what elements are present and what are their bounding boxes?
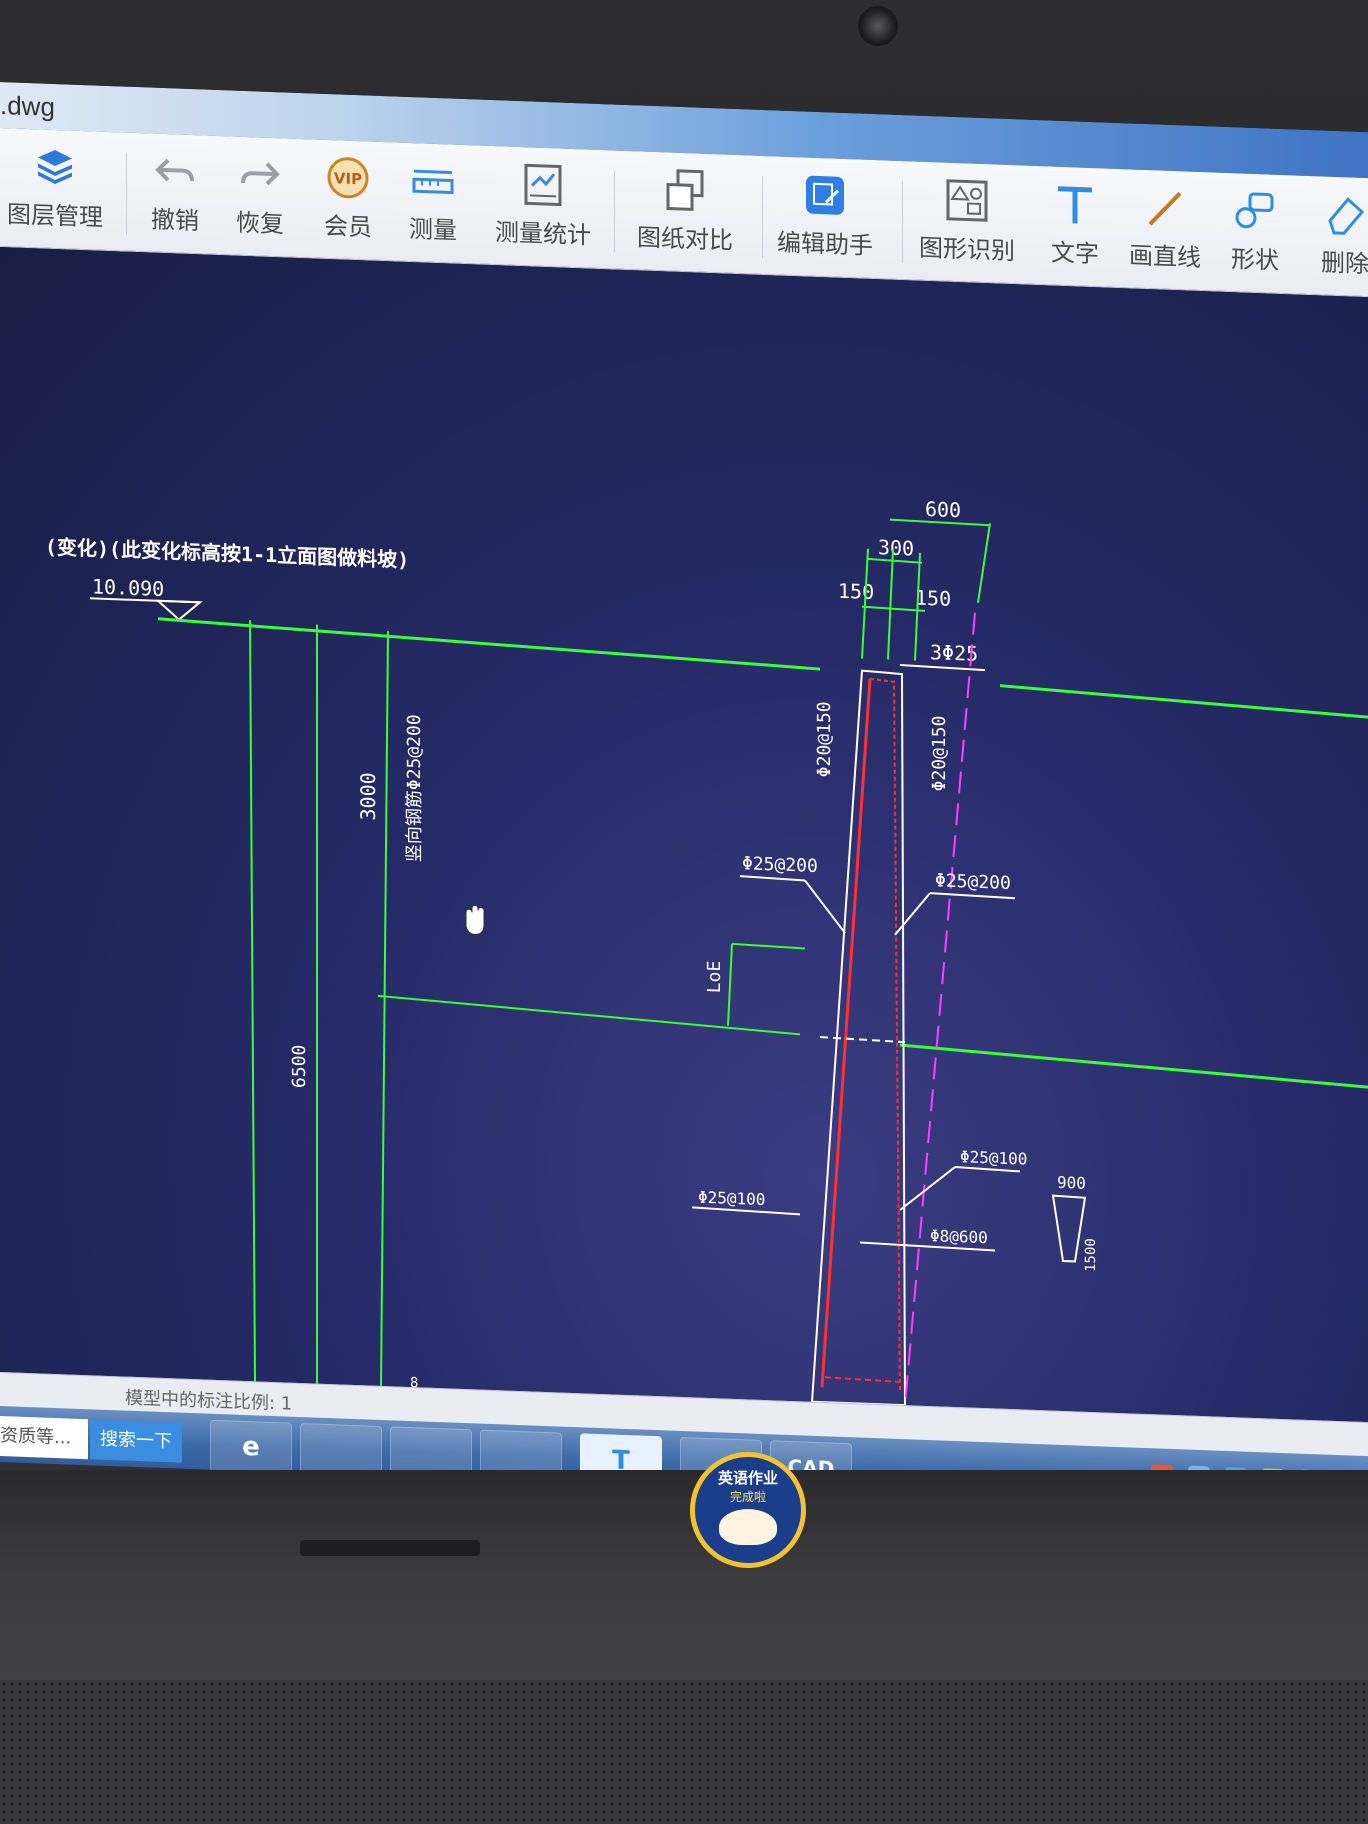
ie-icon[interactable]: e — [210, 1419, 292, 1475]
measure-stats-button[interactable]: 测量统计 — [488, 160, 598, 260]
compare-drawings-button[interactable]: 图纸对比 — [630, 165, 740, 265]
pan-hand-cursor-icon — [465, 904, 485, 935]
rebar-left-mid: Φ25@200 — [742, 853, 818, 877]
dim-150-right: 150 — [915, 586, 951, 611]
rebar-left-upper: Φ20@150 — [814, 701, 835, 778]
dim-150-left: 150 — [838, 579, 874, 604]
line-icon — [1148, 191, 1182, 226]
screen: .dwg 图层管理 撤销 恢复 VIP 会员 测量 测量统计 图纸对比 编辑助手… — [0, 82, 1368, 1513]
loe-vertical — [727, 943, 733, 1026]
taskbar-search-button[interactable]: 搜索一下 — [90, 1419, 182, 1463]
dim-300: 300 — [878, 535, 914, 560]
dim-line-c — [380, 631, 389, 1387]
rebar-left-mid-leader — [739, 875, 806, 882]
sticker-face-icon — [719, 1509, 777, 1545]
svg-text:VIP: VIP — [334, 169, 362, 188]
eraser-icon — [1328, 197, 1365, 235]
sticker-line1: 英语作业 — [717, 1469, 778, 1487]
drawing-canvas[interactable]: (变化)(此变化标高按1-1立面图做料坡) 10.090 3000 竖向钢筋Φ2… — [0, 247, 1368, 1423]
sticker: 英语作业 完成啦 — [690, 1452, 806, 1568]
text-icon — [1058, 186, 1092, 224]
compare-icon — [666, 169, 704, 211]
dim-line-a — [249, 620, 256, 1382]
rebar-left-lower: Φ25@100 — [698, 1188, 765, 1209]
rebar-right-mid-leader — [929, 892, 1016, 900]
measure-icon — [412, 169, 454, 195]
elevation-label: 10.090 — [92, 574, 164, 601]
layer-manager-label: 图层管理 — [7, 200, 103, 232]
measure-button[interactable]: 测量 — [378, 156, 488, 256]
edit-assistant-icon — [806, 175, 844, 215]
shape-recognition-label: 图形识别 — [919, 233, 1015, 266]
mid-level-line — [377, 994, 801, 1036]
shape-icon — [1235, 192, 1274, 229]
header-note: (变化)(此变化标高按1-1立面图做料坡) — [45, 535, 409, 572]
window-title: .dwg — [0, 90, 55, 123]
vip-icon: VIP — [327, 157, 369, 199]
redo-icon — [241, 162, 280, 186]
dim-ext-2 — [887, 549, 894, 660]
elevation-marker — [155, 599, 203, 621]
dim-6500: 6500 — [289, 1044, 310, 1088]
undo-icon — [155, 158, 194, 182]
rebar-left-lower-leader — [691, 1206, 801, 1216]
loe-top — [731, 942, 806, 950]
edit-assistant-button[interactable]: 编辑助手 — [770, 170, 880, 270]
rebar-left-mid-leader-2 — [804, 879, 846, 934]
vertical-rebar-note: 竖向钢筋Φ25@200 — [404, 714, 425, 863]
rebar-top-leader — [899, 664, 986, 672]
layers-icon — [38, 150, 72, 185]
measure-label: 测量 — [409, 214, 457, 245]
rebar-left-red — [820, 678, 872, 1388]
toolbar-divider — [902, 181, 903, 264]
toolbar-divider — [762, 175, 763, 258]
measure-stats-label: 测量统计 — [495, 218, 591, 250]
delete-button[interactable]: 删除 — [1290, 189, 1368, 289]
shape-recognition-button[interactable]: 图形识别 — [912, 175, 1022, 275]
dim-3000: 3000 — [356, 772, 380, 821]
dim-1500: 1500 — [1083, 1238, 1099, 1272]
webcam-icon — [858, 6, 898, 46]
top-level-line-right — [999, 684, 1368, 719]
layer-manager-button[interactable]: 图层管理 — [0, 142, 110, 242]
footing-taper — [1051, 1194, 1087, 1263]
loe-label: LoE — [704, 960, 725, 993]
section-break — [819, 1036, 906, 1044]
dim-600: 600 — [925, 497, 961, 522]
measure-stats-icon — [524, 163, 562, 207]
top-level-line — [157, 617, 821, 671]
bezel-hinge — [300, 1540, 480, 1556]
dim-900: 900 — [1057, 1173, 1086, 1193]
mid-level-line-right — [899, 1043, 1368, 1089]
rebar-right-upper: Φ20@150 — [929, 715, 950, 792]
rebar-right-lower-leader-2 — [899, 1166, 956, 1211]
compare-drawings-label: 图纸对比 — [637, 223, 733, 255]
rebar-right-lower: Φ25@100 — [960, 1147, 1027, 1168]
sticker-line2: 完成啦 — [729, 1490, 766, 1504]
edit-assistant-label: 编辑助手 — [777, 228, 873, 261]
rebar-bottom: Φ8@600 — [930, 1226, 988, 1247]
shape-recognition-icon — [946, 179, 988, 222]
dim-ext-4 — [977, 523, 991, 604]
rebar-bottom-red — [824, 1376, 901, 1384]
speaker-grille — [0, 1680, 1368, 1824]
rebar-right-mid: Φ25@200 — [935, 870, 1011, 894]
rebar-right-mid-leader-2 — [894, 892, 931, 936]
rebar-right-red — [869, 677, 901, 1391]
cad-drawing: (变化)(此变化标高按1-1立面图做料坡) 10.090 3000 竖向钢筋Φ2… — [45, 497, 1368, 1407]
toolbar-divider — [614, 170, 615, 253]
delete-label: 删除 — [1321, 248, 1368, 279]
taskbar-search-input[interactable]: 资质等... — [0, 1416, 88, 1460]
